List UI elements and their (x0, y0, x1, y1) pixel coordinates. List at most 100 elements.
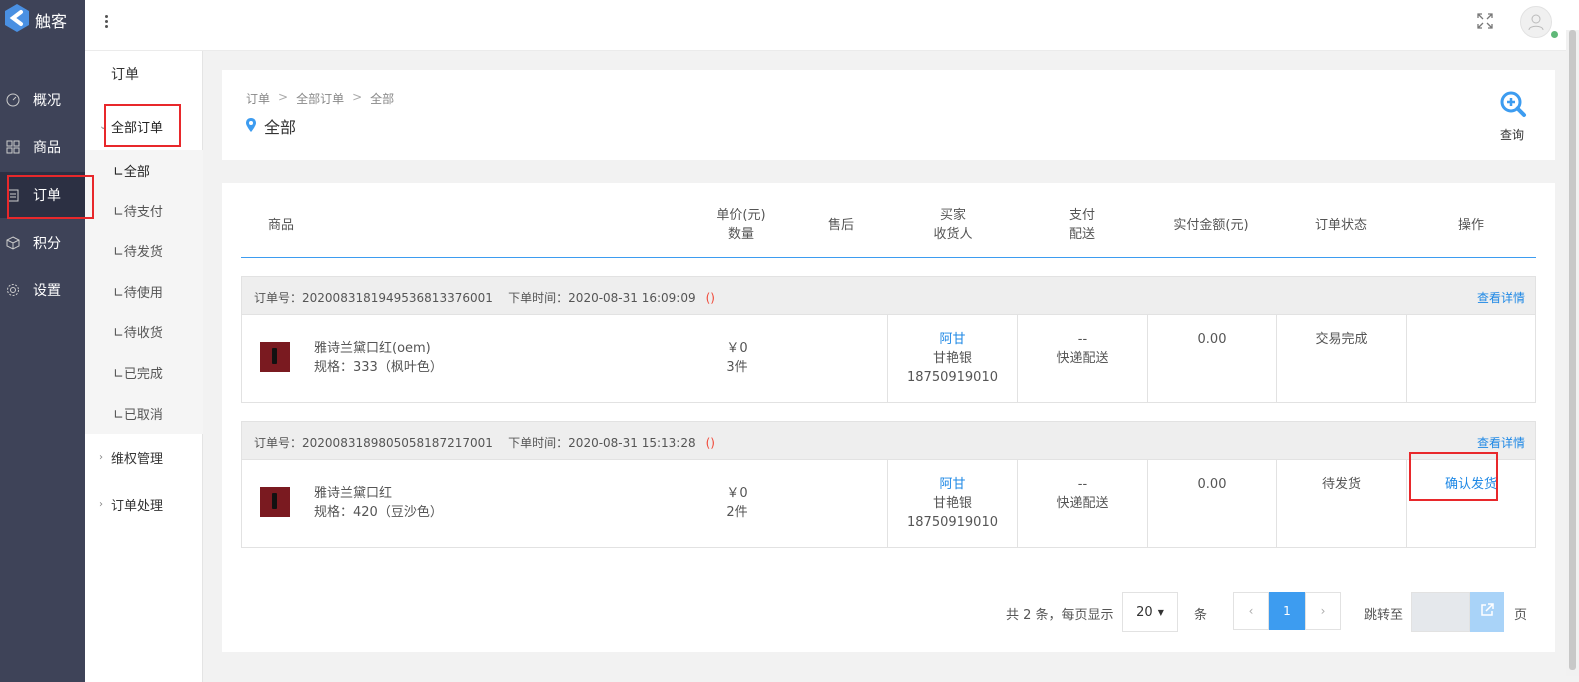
brand[interactable]: 触客 (0, 0, 85, 40)
orders-card: 商品 单价(元) 数量 售后 买家 收货人 支付 配送 实付金额(元) 订单状态 操作… (222, 183, 1555, 652)
external-link-icon (1480, 603, 1494, 621)
page-header-card: 订单 > 全部订单 > 全部 全部 查询 (222, 70, 1555, 160)
order-body: 雅诗兰黛口红 规格：420（豆沙色） ￥0 2件 阿甘 甘艳银 18750919010 … (242, 460, 1535, 547)
nav-item-label: 概况 (33, 93, 61, 109)
nav-item-settings[interactable]: 设置 (0, 267, 85, 313)
buyer-link[interactable]: 阿甘 (888, 475, 1017, 494)
chevron-down-icon: ⌄ (99, 120, 108, 132)
dashboard-icon (6, 93, 20, 107)
confirm-ship-button[interactable]: 确认发货 (1407, 475, 1535, 494)
product-info: 雅诗兰黛口红 规格：420（豆沙色） (314, 486, 443, 520)
buyer-cell: 阿甘 甘艳银 18750919010 (887, 315, 1017, 402)
table-row: 订单号：20200831898050581872170​01 下单时间：2020… (241, 421, 1536, 548)
product-image[interactable] (260, 487, 290, 517)
nav-item-goods[interactable]: 商品 (0, 124, 85, 170)
pay-cell: -- 快递配送 (1017, 460, 1147, 547)
prev-page-button[interactable]: ‹ (1233, 592, 1269, 630)
jump-go-button[interactable] (1470, 592, 1504, 632)
sub-nav-group-all-orders[interactable]: ⌄ 全部订单 (85, 103, 203, 149)
order-meta: 订单号：20200831898050581872170​01 下单时间：2020… (254, 436, 715, 450)
grid-icon (6, 140, 20, 154)
nav-item-label: 商品 (33, 140, 61, 156)
page-title: 全部 (246, 114, 296, 138)
top-bar (85, 0, 1579, 51)
sub-nav-item-all[interactable]: ∟全部 (113, 161, 150, 180)
app-name: 触客 (35, 12, 68, 31)
table-row: 订单号：202008318194953681337600​1 下单时间：2020… (241, 276, 1536, 403)
order-header: 订单号：20200831898050581872170​01 下单时间：2020… (242, 422, 1535, 460)
nav-item-orders[interactable]: 订单 (0, 172, 85, 218)
sub-nav-item-unpaid[interactable]: ∟待支付 (113, 201, 163, 220)
col-action: 操作 (1457, 217, 1484, 233)
jump-label: 跳转至 (1364, 608, 1404, 623)
col-goods: 商品 (267, 217, 294, 233)
nav-item-overview[interactable]: 概况 (0, 77, 85, 123)
pagination-summary: 共 2 条，每页显示 (1006, 608, 1114, 623)
sub-nav-group-processing[interactable]: › 订单处理 (85, 481, 203, 527)
chevron-right-icon: › (99, 451, 103, 463)
nav-item-points[interactable]: 积分 (0, 220, 85, 266)
order-meta: 订单号：202008318194953681337600​1 下单时间：2020… (254, 291, 715, 305)
order-header: 订单号：202008318194953681337600​1 下单时间：2020… (242, 277, 1535, 315)
sub-nav-item-to-receive[interactable]: ∟待收货 (113, 322, 163, 341)
jump-page-input[interactable] (1411, 592, 1470, 632)
next-page-button[interactable]: › (1305, 592, 1341, 630)
buyer-link[interactable]: 阿甘 (888, 330, 1017, 349)
buyer-cell: 阿甘 甘艳银 18750919010 (887, 460, 1017, 547)
group-label: 全部订单 (111, 120, 164, 136)
breadcrumb: 订单 > 全部订单 > 全部 (246, 90, 395, 107)
main-sidebar: 触客 概况 商品 订单 积分 设置 (0, 0, 85, 682)
action-cell (1406, 315, 1535, 402)
pay-cell: -- 快递配送 (1017, 315, 1147, 402)
more-menu-icon[interactable] (105, 15, 109, 28)
col-after-sale: 售后 (827, 217, 854, 233)
col-status: 订单状态 (1314, 217, 1367, 233)
group-label: 维权管理 (111, 451, 164, 467)
nav-item-label: 设置 (33, 283, 61, 299)
col-paid: 实付金额(元) (1173, 217, 1249, 233)
price-qty: ￥0 2件 (726, 486, 748, 520)
group-label: 订单处理 (111, 498, 164, 514)
page-size-select[interactable]: 20 ▼ (1122, 592, 1178, 632)
sub-sidebar: 订单 ⌄ 全部订单 ∟全部 ∟待支付 ∟待发货 ∟待使用 ∟待收货 ∟已完成 ∟… (85, 0, 203, 682)
cube-icon (6, 236, 20, 250)
breadcrumb-item[interactable]: 订单 (246, 90, 270, 107)
scrollbar[interactable] (1566, 30, 1579, 676)
logo-icon (4, 3, 30, 37)
page-size-unit: 条 (1194, 608, 1208, 623)
breadcrumb-item: 全部 (370, 92, 395, 106)
col-pay: 支付 配送 (1068, 208, 1095, 242)
nav-item-label: 订单 (33, 188, 61, 204)
sub-nav-item-to-ship[interactable]: ∟待发货 (113, 241, 163, 260)
product-info: 雅诗兰黛口红(oem) 规格：333（枫叶色） (314, 341, 443, 375)
page-word: 页 (1514, 608, 1528, 623)
location-pin-icon (246, 117, 256, 136)
online-status-dot (1551, 31, 1558, 38)
fullscreen-icon[interactable] (1477, 13, 1493, 29)
col-price-qty: 单价(元) 数量 (716, 208, 766, 242)
breadcrumb-item[interactable]: 全部订单 (296, 90, 344, 107)
price-qty: ￥0 3件 (726, 341, 748, 375)
sub-nav-item-cancelled[interactable]: ∟已取消 (113, 404, 163, 423)
view-detail-link[interactable]: 查看详情 (1477, 434, 1525, 451)
product-image[interactable] (260, 342, 290, 372)
order-icon (6, 188, 20, 202)
gear-icon (6, 283, 20, 297)
status-cell: 交易完成 (1276, 315, 1406, 402)
paid-cell: 0.00 (1147, 315, 1276, 402)
order-body: 雅诗兰黛口红(oem) 规格：333（枫叶色） ￥0 3件 阿甘 甘艳银 1875091… (242, 315, 1535, 402)
paid-cell: 0.00 (1147, 460, 1276, 547)
chevron-right-icon: › (99, 498, 103, 510)
query-button[interactable] (1498, 90, 1528, 122)
zoom-in-icon (1499, 91, 1527, 122)
sub-nav-group-rights[interactable]: › 维权管理 (85, 434, 203, 480)
page-1-button[interactable]: 1 (1269, 592, 1305, 630)
avatar[interactable] (1520, 6, 1552, 38)
sub-nav-item-to-use[interactable]: ∟待使用 (113, 282, 163, 301)
view-detail-link[interactable]: 查看详情 (1477, 289, 1525, 306)
query-label[interactable]: 查询 (1500, 126, 1524, 143)
table-header: 商品 单价(元) 数量 售后 买家 收货人 支付 配送 实付金额(元) 订单状态 操作 (241, 193, 1536, 258)
caret-down-icon: ▼ (1157, 607, 1164, 617)
sub-nav-item-completed[interactable]: ∟已完成 (113, 363, 163, 382)
nav-item-label: 积分 (33, 236, 61, 252)
